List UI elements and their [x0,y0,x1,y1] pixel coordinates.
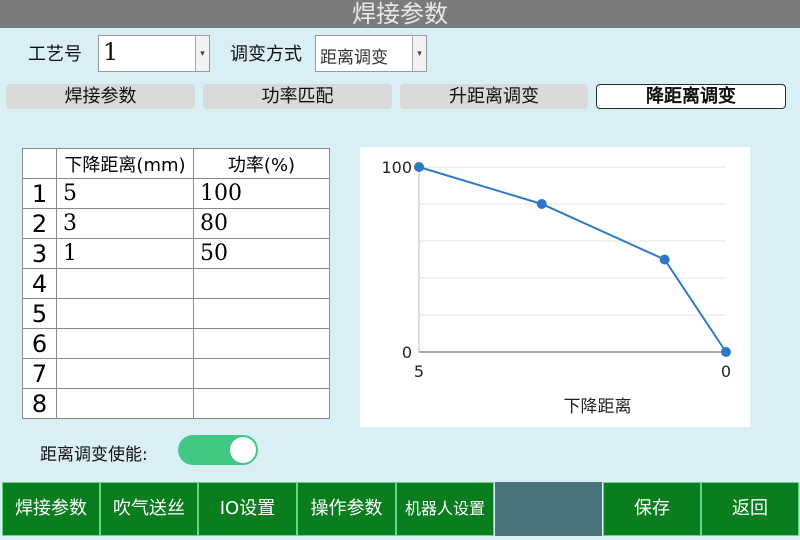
column-header-power: 功率(%) [193,148,330,179]
fall-distance-table: 下降距离(mm) 功率(%) 1 5 100 2 3 80 3 1 50 4 5 6 7 8 [22,148,330,419]
row-number: 5 [22,298,57,329]
table-header-row: 下降距离(mm) 功率(%) [22,148,330,179]
power-cell[interactable]: 80 [193,208,330,239]
process-number-select[interactable]: 1 ▾ [98,35,210,72]
distance-cell[interactable] [56,328,194,359]
power-curve-chart: 100 0 5 0 下降距离 [360,147,750,427]
power-cell[interactable] [193,268,330,299]
chevron-down-icon[interactable]: ▾ [195,36,209,71]
data-point [536,199,547,209]
row-number: 3 [22,238,57,269]
row-number: 4 [22,268,57,299]
nav-welding-params-button[interactable]: 焊接参数 [2,482,100,536]
power-cell[interactable]: 50 [193,238,330,269]
nav-spacer [495,482,602,536]
power-cell[interactable] [193,358,330,389]
mode-select[interactable]: 距离调变 ▾ [315,35,427,72]
distance-cell[interactable]: 3 [56,208,194,239]
table-row: 8 [22,388,330,419]
corner-cell [22,148,57,179]
power-cell[interactable] [193,328,330,359]
data-point [721,347,731,357]
process-number-label: 工艺号 [28,44,82,65]
nav-blow-feed-button[interactable]: 吹气送丝 [100,482,198,536]
chart-gridlines [419,166,726,353]
series-line [418,166,727,353]
power-cell[interactable] [193,298,330,329]
row-number: 8 [22,388,57,419]
nav-robot-settings-button[interactable]: 机器人设置 [396,482,494,536]
row-number: 2 [22,208,57,239]
back-button[interactable]: 返回 [701,482,799,536]
process-number-value: 1 [103,38,119,66]
distance-cell[interactable] [56,388,194,419]
row-number: 6 [22,328,57,359]
mode-value: 距离调变 [320,48,388,68]
mode-label: 调变方式 [230,44,302,65]
data-points [414,162,731,357]
chevron-down-icon[interactable]: ▾ [412,36,426,71]
distance-enable-toggle[interactable] [178,435,258,465]
table-row: 3 1 50 [22,238,330,269]
x-axis-label: 下降距离 [564,397,632,417]
nav-operation-params-button[interactable]: 操作参数 [297,482,396,536]
power-cell[interactable] [193,388,330,419]
table-row: 7 [22,358,330,389]
chart-svg: 100 0 5 0 下降距离 [381,158,731,417]
y-tick-label: 0 [402,343,412,362]
x-tick-label: 0 [721,362,731,381]
table-row: 4 [22,268,330,299]
y-tick-label: 100 [381,158,412,177]
save-button[interactable]: 保存 [603,482,701,536]
distance-cell[interactable] [56,268,194,299]
tab-welding-params[interactable]: 焊接参数 [6,84,195,109]
table-row: 2 3 80 [22,208,330,239]
data-point [414,162,424,172]
distance-cell[interactable] [56,358,194,389]
distance-cell[interactable] [56,298,194,329]
table-row: 1 5 100 [22,178,330,209]
tab-fall-distance[interactable]: 降距离调变 [596,84,786,109]
power-cell[interactable]: 100 [193,178,330,209]
row-number: 1 [22,178,57,209]
row-number: 7 [22,358,57,389]
table-row: 6 [22,328,330,359]
distance-enable-label: 距离调变使能: [40,445,148,465]
nav-io-settings-button[interactable]: IO设置 [198,482,297,536]
data-point [659,254,670,265]
tab-power-match[interactable]: 功率匹配 [203,84,392,109]
x-tick-label: 5 [414,362,424,381]
distance-cell[interactable]: 5 [56,178,194,209]
table-row: 5 [22,298,330,329]
toggle-knob [230,437,256,463]
distance-cell[interactable]: 1 [56,238,194,269]
window-title: 焊接参数 [0,0,800,28]
column-header-distance: 下降距离(mm) [56,148,194,179]
tab-rise-distance[interactable]: 升距离调变 [400,84,588,109]
